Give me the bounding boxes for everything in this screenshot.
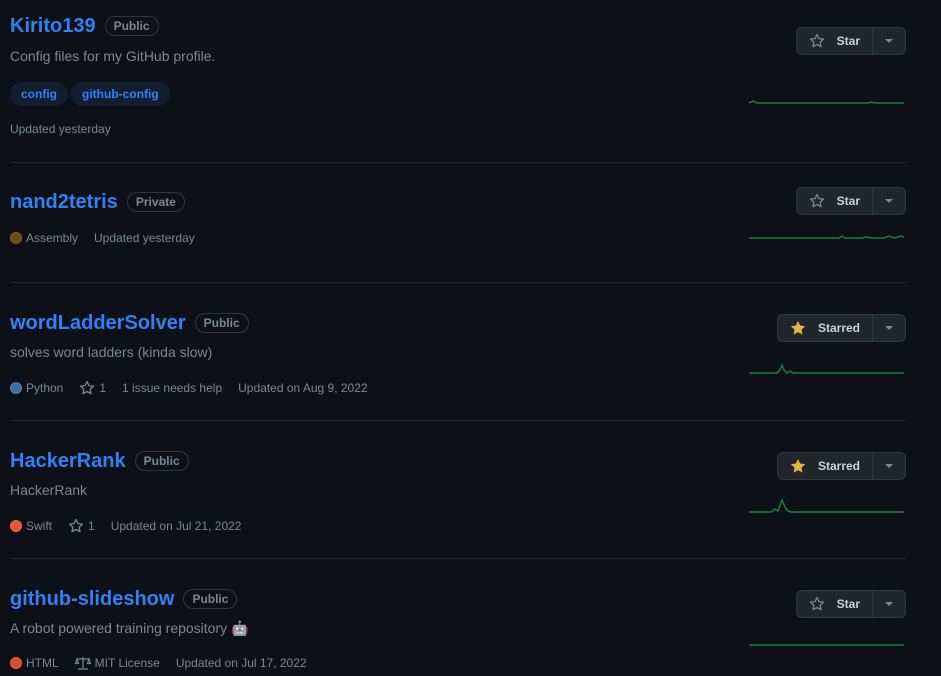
star-count: 1 <box>99 381 107 395</box>
visibility-badge: Public <box>183 589 238 609</box>
star-fill-icon <box>790 459 806 473</box>
language-label: Assembly <box>26 231 79 245</box>
language-label: Swift <box>26 519 53 533</box>
language-color-dot <box>10 382 22 394</box>
star-icon <box>68 518 84 533</box>
star-list-dropdown[interactable] <box>873 28 905 54</box>
star-button-label: Starred <box>817 459 860 473</box>
help-wanted-issues-link[interactable]: 1 issue needs help <box>122 381 222 395</box>
repo-item: wordLadderSolver Public solves word ladd… <box>10 283 906 421</box>
triangle-down-icon <box>885 39 893 43</box>
star-button[interactable]: Star <box>797 28 873 54</box>
updated-time: Updated on Jul 17, 2022 <box>175 656 307 670</box>
triangle-down-icon <box>885 326 893 330</box>
repo-name-link[interactable]: nand2tetris <box>10 190 118 214</box>
star-button-label: Star <box>836 194 860 208</box>
repo-name-link[interactable]: github-slideshow <box>10 587 174 611</box>
topic-tag[interactable]: github-config <box>71 82 170 106</box>
star-fill-icon <box>790 321 806 335</box>
star-button-label: Star <box>836 597 860 611</box>
repo-description: A robot powered training repository 🤖 <box>10 620 249 636</box>
triangle-down-icon <box>885 464 893 468</box>
language-color-dot <box>10 657 22 669</box>
star-list-dropdown[interactable] <box>873 453 905 479</box>
license-label: MIT License <box>94 656 160 670</box>
visibility-badge: Public <box>104 16 159 36</box>
repo-item: nand2tetris Private Assembly Updated yes… <box>10 163 906 283</box>
visibility-badge: Private <box>126 192 185 212</box>
repo-item: HackerRank Public HackerRank Swift 1 Upd… <box>10 421 906 559</box>
repo-item: github-slideshow Public A robot powered … <box>10 559 906 676</box>
topic-list: config github-config <box>10 82 170 106</box>
activity-sparkline <box>749 100 904 104</box>
star-button-label: Starred <box>817 321 860 335</box>
law-icon <box>74 657 91 670</box>
language-label: Python <box>26 381 64 395</box>
repo-language: Python <box>10 381 63 395</box>
triangle-down-icon <box>885 602 893 606</box>
repo-name-link[interactable]: HackerRank <box>10 449 126 473</box>
visibility-badge: Public <box>194 313 249 333</box>
updated-time: Updated on Aug 9, 2022 <box>238 381 368 395</box>
star-button-group: Star <box>795 27 906 55</box>
star-icon <box>809 596 824 611</box>
repo-description: solves word ladders (kinda slow) <box>10 344 213 360</box>
repo-meta: Updated yesterday <box>10 122 127 136</box>
activity-sparkline <box>749 362 904 374</box>
visibility-badge: Public <box>134 451 189 471</box>
triangle-down-icon <box>885 199 893 203</box>
updated-time: Updated yesterday <box>10 122 111 136</box>
updated-time: Updated yesterday <box>94 231 195 245</box>
repo-meta: Swift 1 Updated on Jul 21, 2022 <box>10 518 257 534</box>
repo-meta: Assembly Updated yesterday <box>10 231 211 245</box>
star-list-dropdown[interactable] <box>873 591 905 617</box>
star-count: 1 <box>88 519 95 533</box>
repo-name-link[interactable]: Kirito139 <box>10 14 96 38</box>
star-list-dropdown[interactable] <box>873 188 905 214</box>
repo-name-link[interactable]: wordLadderSolver <box>10 311 186 335</box>
starred-button[interactable]: Starred <box>778 315 873 341</box>
star-button-group: Star <box>795 187 906 215</box>
star-button[interactable]: Star <box>797 591 873 617</box>
repo-item: Kirito139 Public Config files for my Git… <box>10 0 906 163</box>
activity-sparkline <box>749 497 904 513</box>
repo-language: Swift <box>10 519 52 533</box>
stargazers-link[interactable]: 1 <box>68 518 95 534</box>
star-icon <box>80 380 95 395</box>
repo-meta: Python 1 1 issue needs help Updated on A… <box>10 380 384 396</box>
activity-sparkline <box>749 235 904 239</box>
activity-sparkline <box>749 644 904 646</box>
stargazers-link[interactable]: 1 <box>79 380 106 396</box>
repo-language: Assembly <box>10 231 78 245</box>
star-button-group: Star <box>795 590 906 618</box>
repo-title-row: wordLadderSolver Public <box>10 311 249 335</box>
star-list-dropdown[interactable] <box>873 315 905 341</box>
repo-language: HTML <box>10 656 59 670</box>
star-button-label: Star <box>836 34 860 48</box>
repo-title-row: github-slideshow Public <box>10 587 238 611</box>
repo-title-row: nand2tetris Private <box>10 190 185 214</box>
star-button-group: Starred <box>776 314 906 342</box>
star-icon <box>809 193 824 208</box>
repo-description: HackerRank <box>10 482 88 498</box>
language-color-dot <box>10 232 22 244</box>
repo-title-row: Kirito139 Public <box>10 14 159 38</box>
license-info: MIT License <box>74 656 160 670</box>
repo-title-row: HackerRank Public <box>10 449 189 473</box>
star-icon <box>809 33 824 48</box>
repo-description: Config files for my GitHub profile. <box>10 48 216 64</box>
starred-button[interactable]: Starred <box>778 453 873 479</box>
updated-time: Updated on Jul 21, 2022 <box>110 519 242 533</box>
star-button[interactable]: Star <box>797 188 873 214</box>
language-label: HTML <box>26 656 59 670</box>
repo-meta: HTML MIT License Updated on Jul 17, 2022 <box>10 656 323 670</box>
topic-tag[interactable]: config <box>10 82 68 106</box>
language-color-dot <box>10 520 22 532</box>
star-button-group: Starred <box>776 452 906 480</box>
